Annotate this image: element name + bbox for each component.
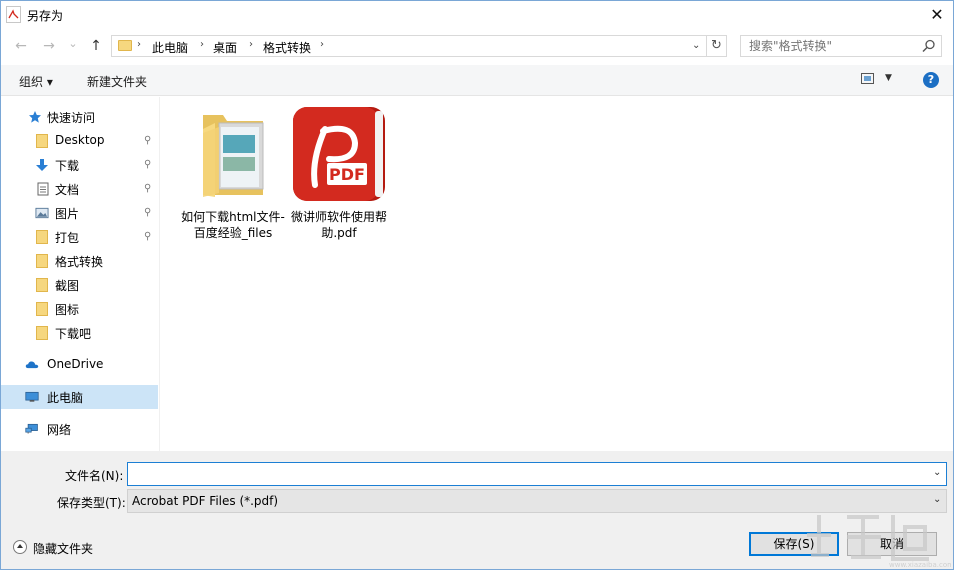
- back-button[interactable]: ←: [11, 36, 31, 56]
- window-title: 另存为: [27, 9, 64, 23]
- pdf-file-icon: PDF: [293, 107, 385, 201]
- filename-field[interactable]: ⌄: [127, 462, 947, 486]
- watermark-logo: www.xiazaiba.com: [807, 515, 951, 569]
- help-icon[interactable]: ?: [923, 72, 939, 88]
- sidebar-item-label: 快速访问: [47, 111, 96, 125]
- folder-icon: [36, 230, 48, 244]
- sidebar-item-label: 截图: [55, 279, 80, 293]
- breadcrumb-item[interactable]: 格式转换: [263, 39, 311, 56]
- sidebar-item-label: 下载: [55, 159, 80, 173]
- save-as-dialog: 另存为 ✕ ← → ⌄ ↑ › 此电脑 › 桌面 › 格式转换 › ⌄ ↻ 组织…: [0, 0, 954, 570]
- folder-icon: [203, 115, 264, 197]
- sidebar-item-label: 文档: [55, 183, 80, 197]
- folder-icon: [36, 278, 48, 292]
- chevron-right-icon: ›: [200, 39, 204, 50]
- chevron-right-icon: ›: [249, 39, 253, 50]
- download-icon: [36, 159, 48, 171]
- sidebar-item-label: 图片: [55, 207, 80, 221]
- sidebar-item-format-convert[interactable]: 格式转换: [1, 249, 158, 273]
- network-icon: [25, 423, 38, 434]
- chevron-down-icon[interactable]: ▼: [885, 73, 892, 83]
- breadcrumb-item[interactable]: 此电脑: [152, 39, 188, 56]
- sidebar-item-downloads[interactable]: 下载 ⚲: [1, 153, 158, 177]
- organize-menu[interactable]: 组织 ▾: [19, 73, 53, 90]
- sidebar-item-label: 网络: [47, 423, 72, 437]
- sidebar-item-xiazaiba[interactable]: 下载吧: [1, 321, 158, 345]
- pane-divider[interactable]: [159, 97, 160, 451]
- command-bar: 组织 ▾ 新建文件夹 ▼ ?: [1, 65, 953, 96]
- sidebar-item-documents[interactable]: 文档 ⚲: [1, 177, 158, 201]
- search-box[interactable]: [740, 35, 942, 57]
- forward-button[interactable]: →: [39, 36, 59, 56]
- address-bar[interactable]: › 此电脑 › 桌面 › 格式转换 › ⌄: [111, 35, 707, 57]
- document-icon: [37, 182, 49, 196]
- file-item-folder[interactable]: 如何下载html文件-百度经验_files: [178, 105, 288, 241]
- search-icon[interactable]: [922, 39, 936, 53]
- sidebar-item-label: OneDrive: [47, 357, 104, 371]
- pin-icon[interactable]: ⚲: [144, 231, 151, 242]
- sidebar-item-this-pc[interactable]: 此电脑: [1, 385, 158, 409]
- cloud-icon: [25, 361, 39, 369]
- new-folder-button[interactable]: 新建文件夹: [87, 73, 147, 90]
- pin-icon[interactable]: ⚲: [144, 159, 151, 170]
- search-input[interactable]: [749, 39, 919, 53]
- recent-locations-button[interactable]: ⌄: [63, 34, 83, 54]
- sidebar-item-label: 下载吧: [55, 327, 92, 341]
- pdf-app-icon: [6, 6, 21, 23]
- computer-icon: [25, 391, 39, 402]
- filetype-label: 保存类型(T):: [57, 496, 126, 510]
- title-bar: 另存为 ✕: [1, 1, 953, 29]
- sidebar-item-desktop[interactable]: Desktop ⚲: [1, 129, 158, 153]
- chevron-down-icon[interactable]: ⌄: [933, 467, 941, 478]
- hide-folders-toggle[interactable]: 隐藏文件夹: [13, 539, 133, 557]
- pin-icon[interactable]: ⚲: [144, 135, 151, 146]
- folder-icon: [36, 326, 48, 340]
- sidebar-item-package[interactable]: 打包 ⚲: [1, 225, 158, 249]
- svg-text:www.xiazaiba.com: www.xiazaiba.com: [889, 561, 951, 569]
- view-icon[interactable]: [861, 73, 874, 84]
- navigation-pane: 快速访问 Desktop ⚲ 下载 ⚲ 文档 ⚲ 图片 ⚲ 打包 ⚲ 格式转换 …: [1, 97, 159, 451]
- sidebar-item-network[interactable]: 网络: [1, 417, 158, 441]
- folder-icon: [36, 134, 48, 148]
- sidebar-item-label: Desktop: [55, 133, 105, 147]
- chevron-down-icon[interactable]: ⌄: [933, 494, 941, 505]
- close-button[interactable]: ✕: [921, 1, 953, 29]
- file-name: 如何下载html文件-百度经验_files: [181, 210, 285, 240]
- sidebar-item-onedrive[interactable]: OneDrive: [1, 353, 158, 377]
- folder-icon: [118, 40, 132, 51]
- star-icon: [29, 111, 41, 123]
- pin-icon[interactable]: ⚲: [144, 183, 151, 194]
- sidebar-item-label: 此电脑: [47, 391, 84, 405]
- sidebar-item-quick-access[interactable]: 快速访问: [1, 105, 158, 129]
- sidebar-item-icons[interactable]: 图标: [1, 297, 158, 321]
- folder-thumbnail: [183, 105, 283, 205]
- chevron-up-icon[interactable]: [13, 540, 27, 554]
- sidebar-item-screenshots[interactable]: 截图: [1, 273, 158, 297]
- filename-label: 文件名(N):: [65, 469, 124, 483]
- sidebar-item-label: 图标: [55, 303, 80, 317]
- sidebar-item-label: 打包: [55, 231, 80, 245]
- chevron-right-icon: ›: [320, 39, 324, 50]
- hide-folders-label: 隐藏文件夹: [33, 542, 94, 556]
- chevron-down-icon[interactable]: ⌄: [692, 40, 700, 51]
- file-list: 如何下载html文件-百度经验_files PDF 微讲师软件使用帮助.pdf: [161, 97, 953, 451]
- filetype-value: Acrobat PDF Files (*.pdf): [132, 494, 279, 508]
- up-button[interactable]: ↑: [86, 36, 106, 56]
- file-item-pdf[interactable]: PDF 微讲师软件使用帮助.pdf: [284, 105, 394, 241]
- pdf-badge: PDF: [329, 165, 365, 184]
- breadcrumb-item[interactable]: 桌面: [213, 39, 237, 56]
- refresh-button[interactable]: ↻: [707, 35, 727, 57]
- file-name: 微讲师软件使用帮助.pdf: [290, 210, 387, 240]
- chevron-right-icon: ›: [137, 39, 141, 50]
- pdf-thumbnail: PDF: [289, 105, 389, 205]
- filename-input[interactable]: [132, 466, 922, 480]
- folder-icon: [36, 254, 48, 268]
- pin-icon[interactable]: ⚲: [144, 207, 151, 218]
- picture-icon: [35, 207, 49, 219]
- sidebar-item-label: 格式转换: [55, 255, 104, 269]
- sidebar-item-pictures[interactable]: 图片 ⚲: [1, 201, 158, 225]
- folder-icon: [36, 302, 48, 316]
